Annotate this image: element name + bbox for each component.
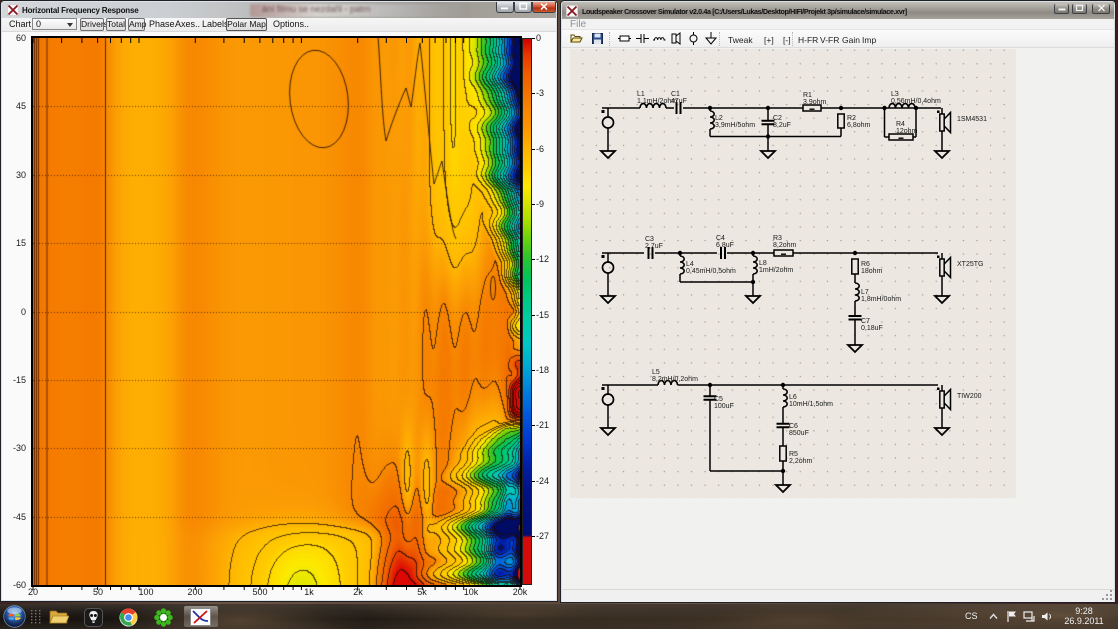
svg-text:R1: R1	[803, 92, 812, 99]
svg-text:8,2ohm: 8,2ohm	[773, 242, 797, 249]
svg-text:R6: R6	[861, 261, 870, 268]
svg-text:L3: L3	[891, 91, 899, 98]
svg-text:47uF: 47uF	[671, 98, 687, 105]
svg-text:12ohm: 12ohm	[896, 128, 918, 135]
svg-text:6,8uF: 6,8uF	[716, 242, 734, 249]
svg-text:XT25TG: XT25TG	[957, 261, 983, 268]
svg-text:18ohm: 18ohm	[861, 268, 883, 275]
svg-text:1SM4531: 1SM4531	[957, 116, 987, 123]
svg-text:100uF: 100uF	[714, 403, 734, 410]
svg-text:C2: C2	[773, 115, 782, 122]
svg-text:C3: C3	[645, 236, 654, 243]
svg-text:L7: L7	[861, 289, 869, 296]
svg-text:0,18uF: 0,18uF	[861, 325, 883, 332]
svg-text:R5: R5	[789, 451, 798, 458]
svg-text:C6: C6	[789, 423, 798, 430]
svg-text:3,9mH/5ohm: 3,9mH/5ohm	[715, 122, 755, 129]
svg-text:0,56mH/0,4ohm: 0,56mH/0,4ohm	[891, 98, 941, 105]
svg-text:L1: L1	[637, 91, 645, 98]
svg-text:TIW200: TIW200	[957, 393, 982, 400]
svg-text:8,2mH/0,2ohm: 8,2mH/0,2ohm	[652, 376, 698, 383]
svg-text:L2: L2	[715, 115, 723, 122]
svg-text:2,2ohm: 2,2ohm	[789, 458, 813, 465]
svg-text:C7: C7	[861, 318, 870, 325]
svg-text:10mH/1,5ohm: 10mH/1,5ohm	[789, 401, 833, 408]
svg-text:R4: R4	[896, 121, 905, 128]
svg-text:C1: C1	[671, 91, 680, 98]
svg-text:C4: C4	[716, 235, 725, 242]
svg-text:1mH/2ohm: 1mH/2ohm	[759, 267, 793, 274]
svg-text:R2: R2	[847, 115, 856, 122]
svg-text:2,7uF: 2,7uF	[645, 243, 663, 250]
svg-text:850uF: 850uF	[789, 430, 809, 437]
svg-text:0,45mH/0,5ohm: 0,45mH/0,5ohm	[686, 268, 736, 275]
svg-text:6,8ohm: 6,8ohm	[847, 122, 871, 129]
svg-text:L8: L8	[759, 260, 767, 267]
svg-text:1,8mH/0ohm: 1,8mH/0ohm	[861, 296, 901, 303]
svg-text:8,2uF: 8,2uF	[773, 122, 791, 129]
svg-text:L6: L6	[789, 394, 797, 401]
svg-text:R3: R3	[773, 235, 782, 242]
svg-text:L4: L4	[686, 261, 694, 268]
svg-text:C5: C5	[714, 396, 723, 403]
svg-text:3,9ohm: 3,9ohm	[803, 99, 827, 106]
svg-text:L5: L5	[652, 369, 660, 376]
